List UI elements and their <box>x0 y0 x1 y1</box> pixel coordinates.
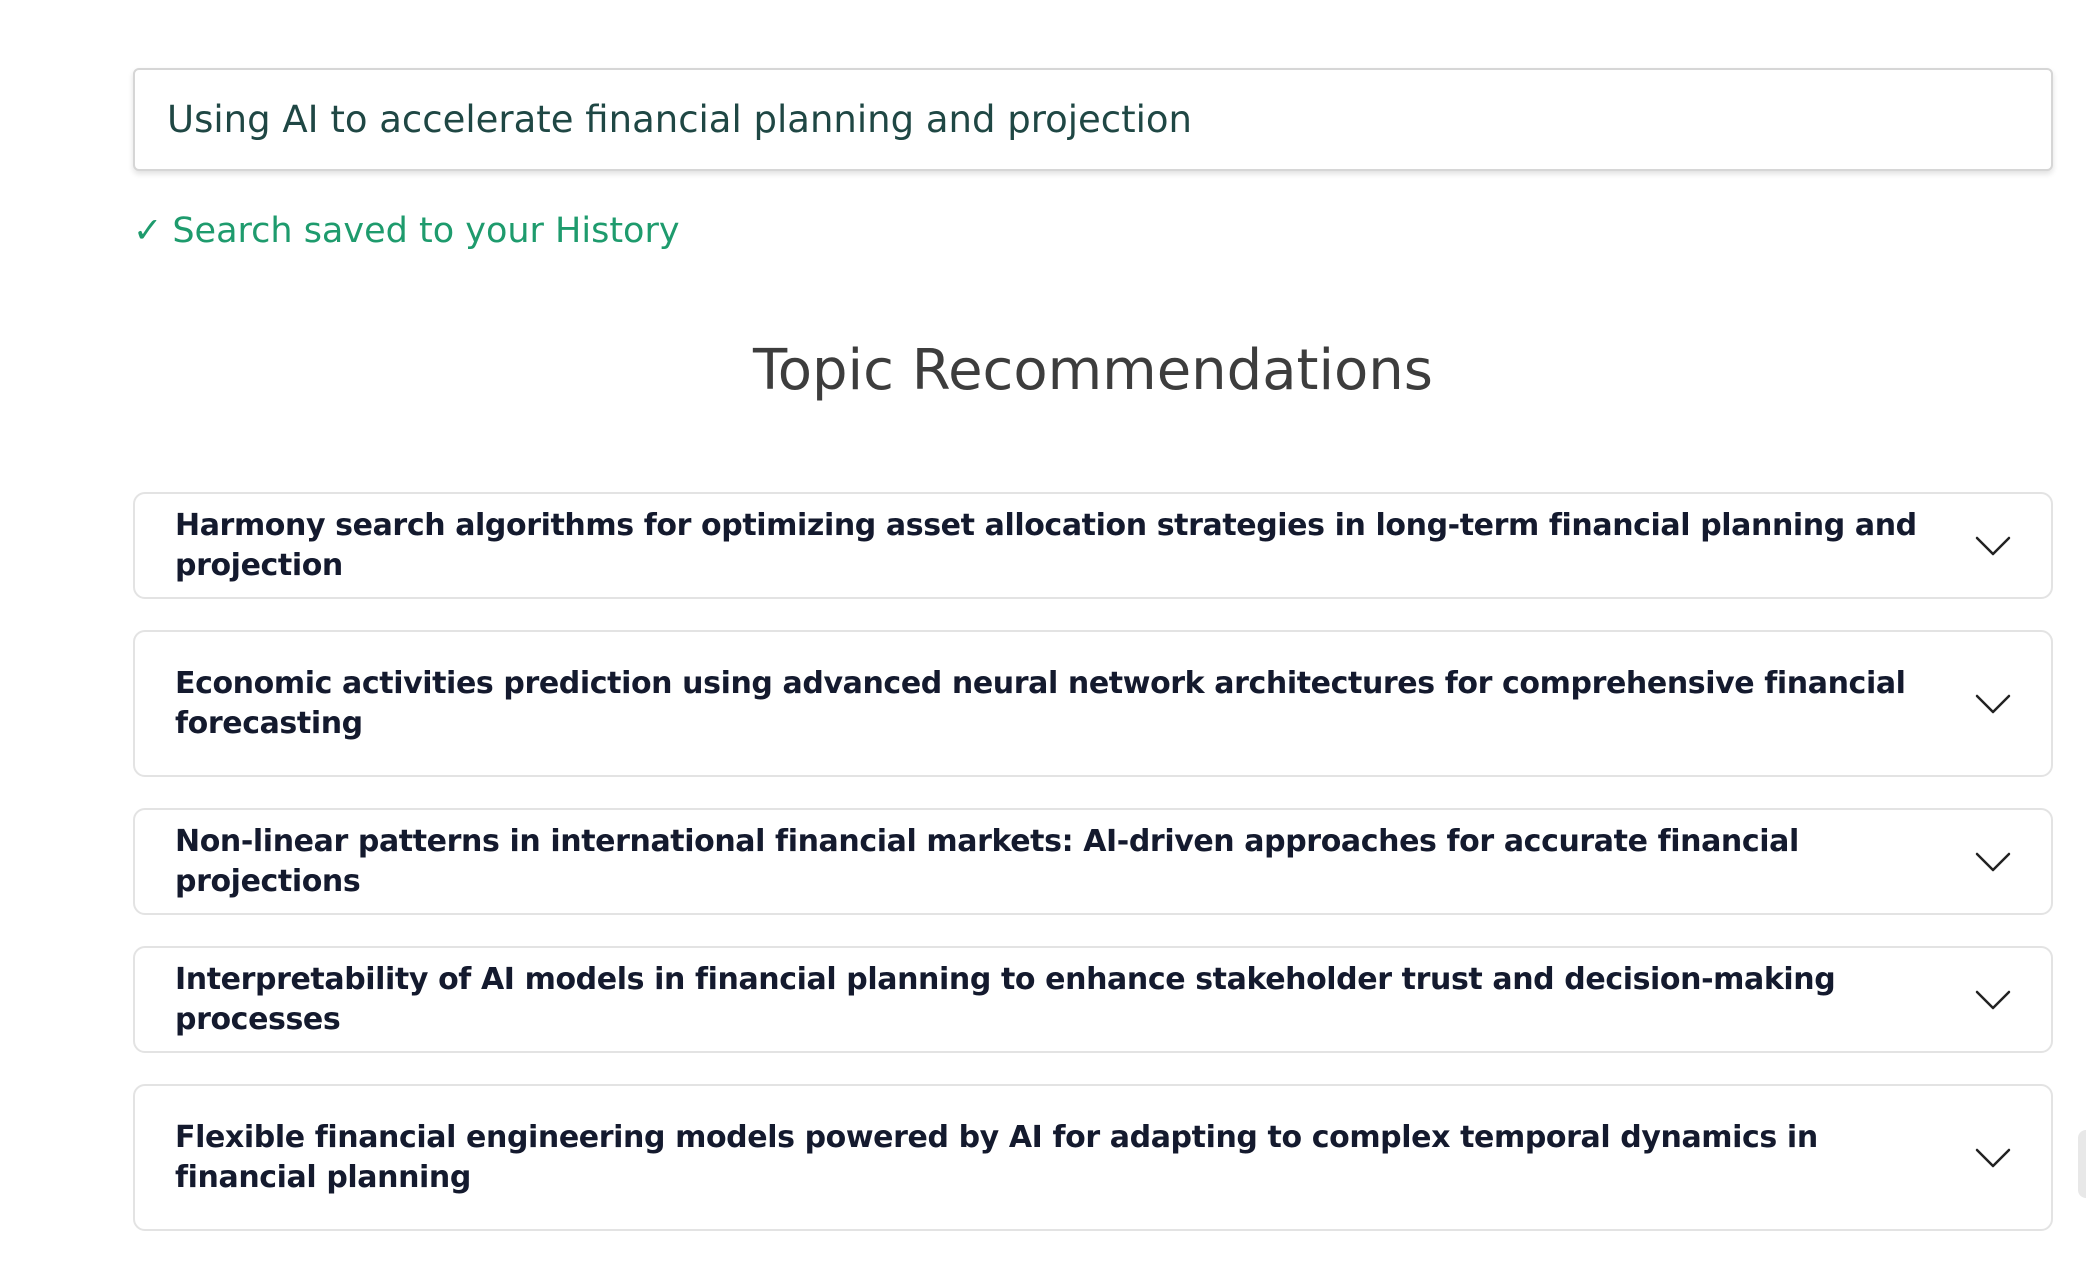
topic-title: Interpretability of AI models in financi… <box>175 961 1836 1037</box>
chevron-down-icon[interactable] <box>1975 535 2011 557</box>
topic-card[interactable]: Flexible financial engineering models po… <box>133 1084 2053 1231</box>
chevron-down-icon[interactable] <box>1975 693 2011 715</box>
topic-title: Harmony search algorithms for optimizing… <box>175 507 1917 583</box>
topic-title: Economic activities prediction using adv… <box>175 665 1906 741</box>
topic-card[interactable]: Interpretability of AI models in financi… <box>133 946 2053 1053</box>
chevron-down-icon[interactable] <box>1975 851 2011 873</box>
search-input[interactable] <box>167 98 2019 141</box>
saved-confirmation: ✓ Search saved to your History <box>133 209 2053 253</box>
chevron-down-icon[interactable] <box>1975 989 2011 1011</box>
chevron-down-icon[interactable] <box>1975 1147 2011 1169</box>
check-icon: ✓ <box>133 211 163 251</box>
section-title: Topic Recommendations <box>753 338 1433 403</box>
main-content: ✓ Search saved to your History Topic Rec… <box>133 68 2053 1262</box>
saved-confirmation-text: Search saved to your History <box>172 211 680 251</box>
topic-title: Non-linear patterns in international fin… <box>175 823 1799 899</box>
topic-card[interactable]: Non-linear patterns in international fin… <box>133 808 2053 915</box>
topic-title: Flexible financial engineering models po… <box>175 1119 1818 1195</box>
search-box[interactable] <box>133 68 2053 171</box>
scrollbar-thumb[interactable] <box>2078 1130 2086 1198</box>
topic-card[interactable]: Economic activities prediction using adv… <box>133 630 2053 777</box>
topic-card[interactable]: Harmony search algorithms for optimizing… <box>133 492 2053 599</box>
topic-list: Harmony search algorithms for optimizing… <box>133 492 2053 1231</box>
